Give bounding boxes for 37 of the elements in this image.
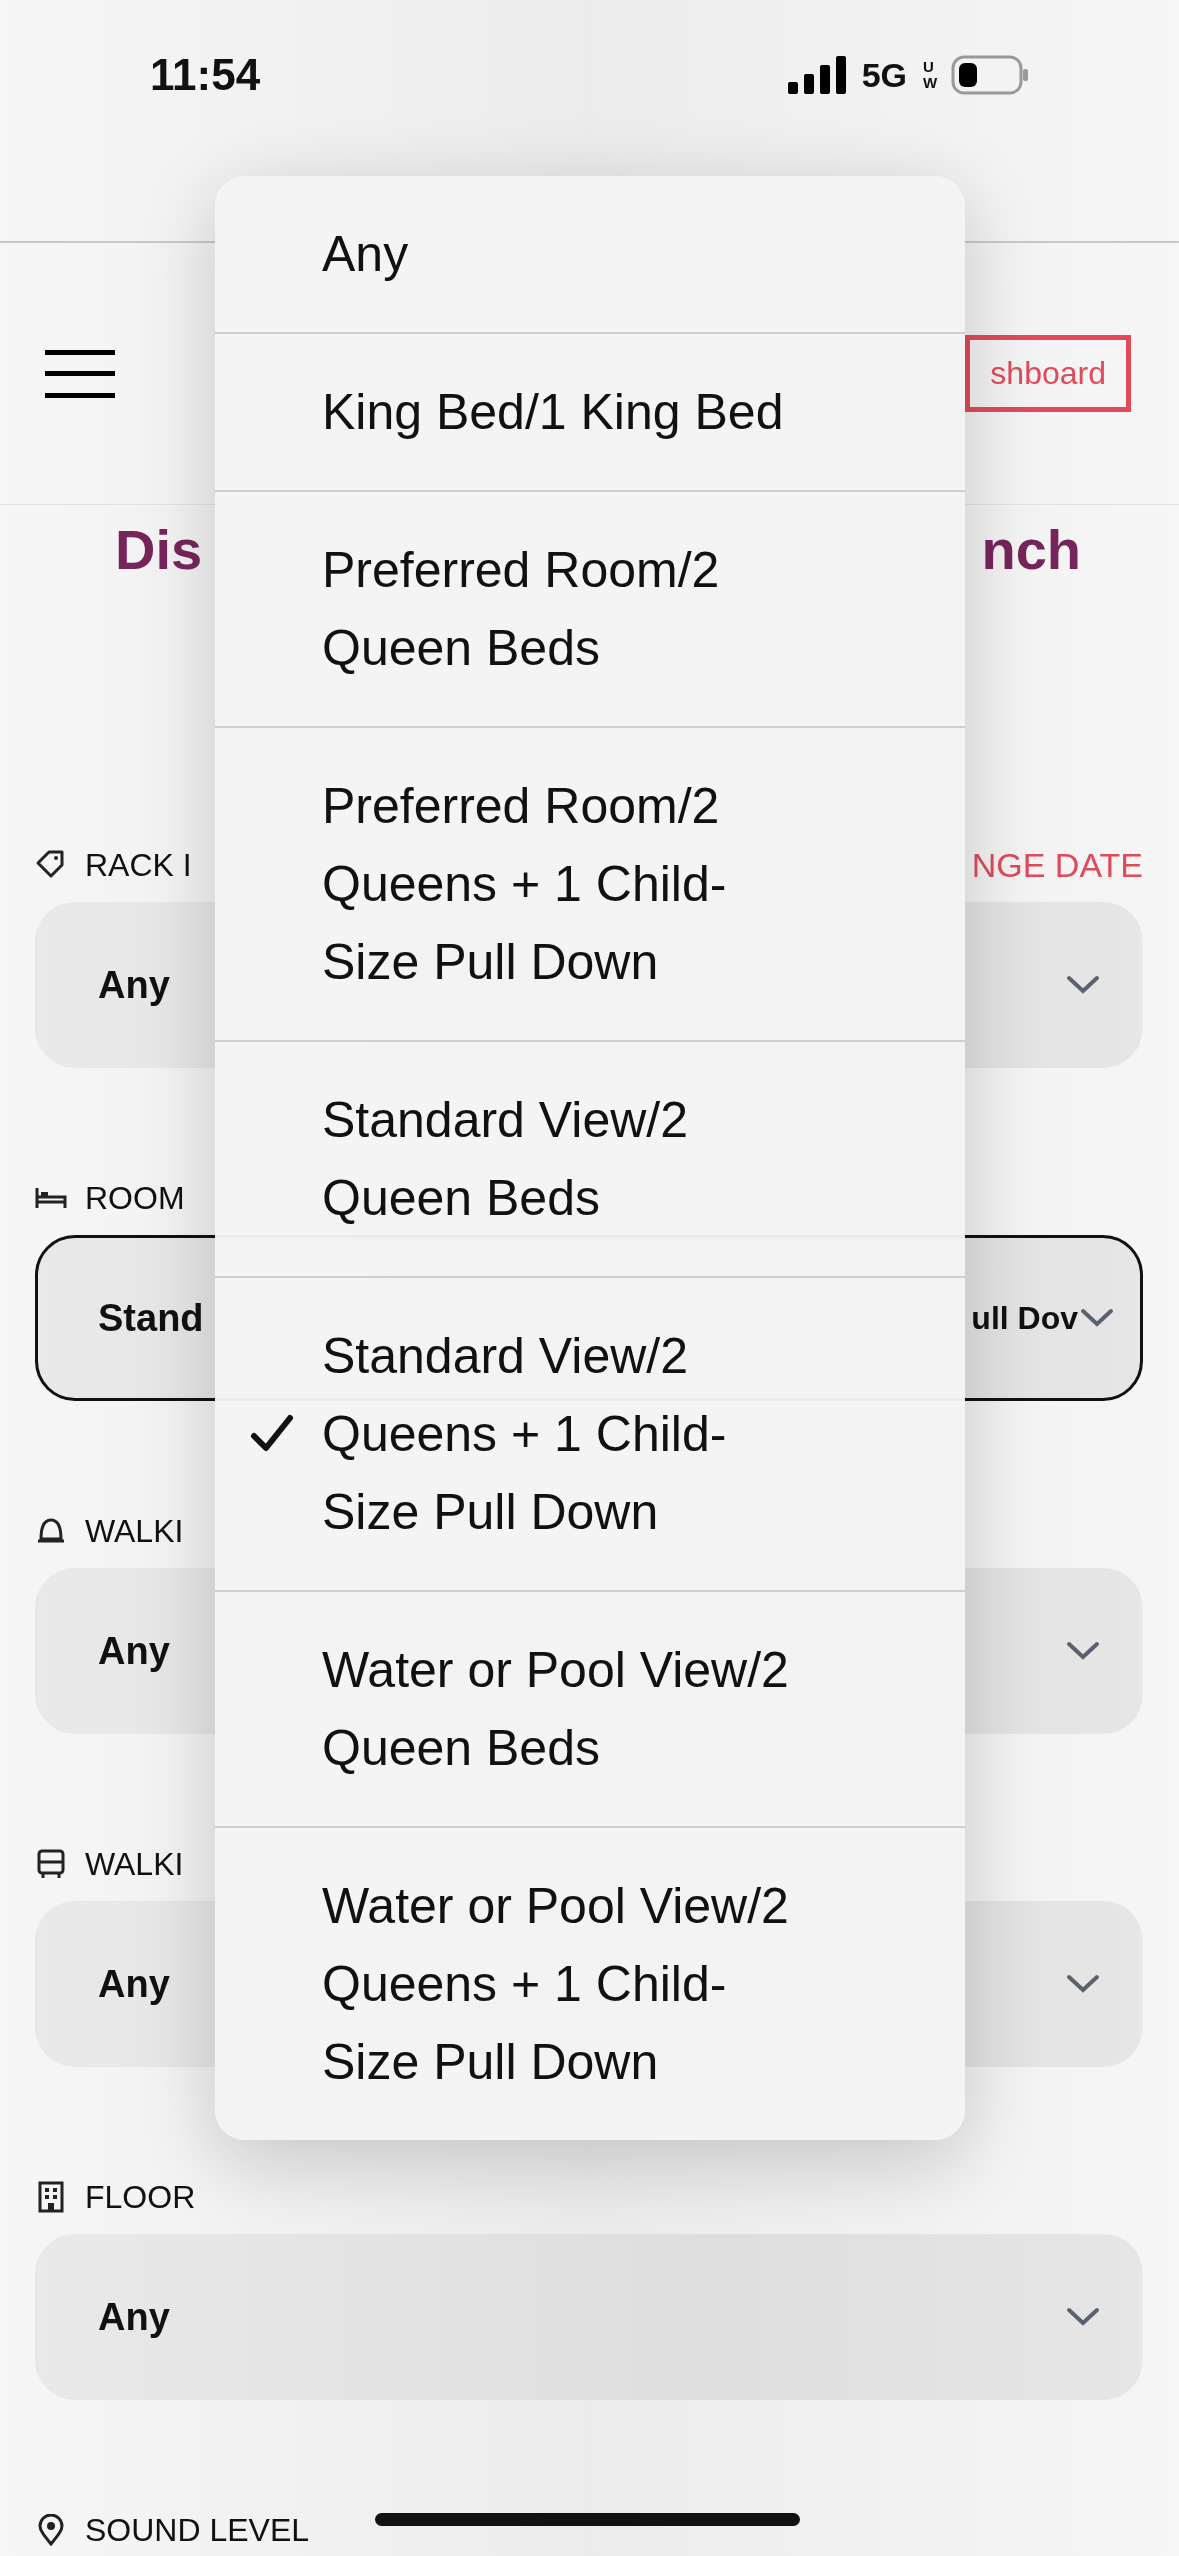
select-value: Any: [98, 962, 170, 1008]
field-label: ROOM: [85, 1179, 185, 1218]
menu-option[interactable]: Any: [215, 176, 965, 332]
field-label: SOUND LEVEL: [85, 2511, 310, 2550]
menu-option[interactable]: Water or Pool View/2 Queens + 1 Child-Size Pull Down: [215, 1826, 965, 2140]
network-type-label: UW: [923, 59, 935, 91]
select-field[interactable]: Any: [35, 2234, 1143, 2400]
menu-option[interactable]: Standard View/2 Queens + 1 Child-Size Pull Down: [215, 1276, 965, 1590]
menu-option[interactable]: Standard View/2 Queen Beds: [215, 1040, 965, 1276]
field-label: RACK I: [85, 846, 192, 885]
menu-option[interactable]: Preferred Room/2 Queen Beds: [215, 490, 965, 726]
field-label: FLOOR: [85, 2178, 196, 2217]
select-value: ull Dov: [971, 1299, 1078, 1338]
select-value: Any: [98, 1628, 170, 1674]
chevron-down-icon: [1066, 1974, 1100, 1994]
status-time: 11:54: [150, 49, 261, 101]
battery-icon: [951, 55, 1029, 95]
change-date-link[interactable]: NGE DATE: [971, 839, 1143, 891]
chevron-down-icon: [1066, 2307, 1100, 2327]
chevron-down-icon: [1080, 1308, 1114, 1328]
menu-option[interactable]: King Bed/1 King Bed: [215, 332, 965, 490]
chevron-down-icon: [1066, 1641, 1100, 1661]
menu-option[interactable]: Preferred Room/2 Queens + 1 Child-Size Pull Down: [215, 726, 965, 1040]
bus-icon: [35, 1848, 67, 1880]
select-value: Stand: [98, 1295, 204, 1341]
field-label: WALKI: [85, 1845, 184, 1884]
page-title: Dis: [115, 517, 203, 583]
signal-icon: [787, 56, 846, 94]
menu-icon[interactable]: [45, 349, 115, 398]
network-label: 5G: [861, 54, 907, 96]
dashboard-button[interactable]: shboard: [965, 335, 1131, 412]
select-value: Any: [98, 1961, 170, 2007]
select-value: Any: [98, 2294, 170, 2340]
field-label: WALKI: [85, 1512, 184, 1551]
chevron-down-icon: [1066, 975, 1100, 995]
menu-option[interactable]: Water or Pool View/2 Queen Beds: [215, 1590, 965, 1826]
page-title: nch: [981, 517, 1081, 583]
